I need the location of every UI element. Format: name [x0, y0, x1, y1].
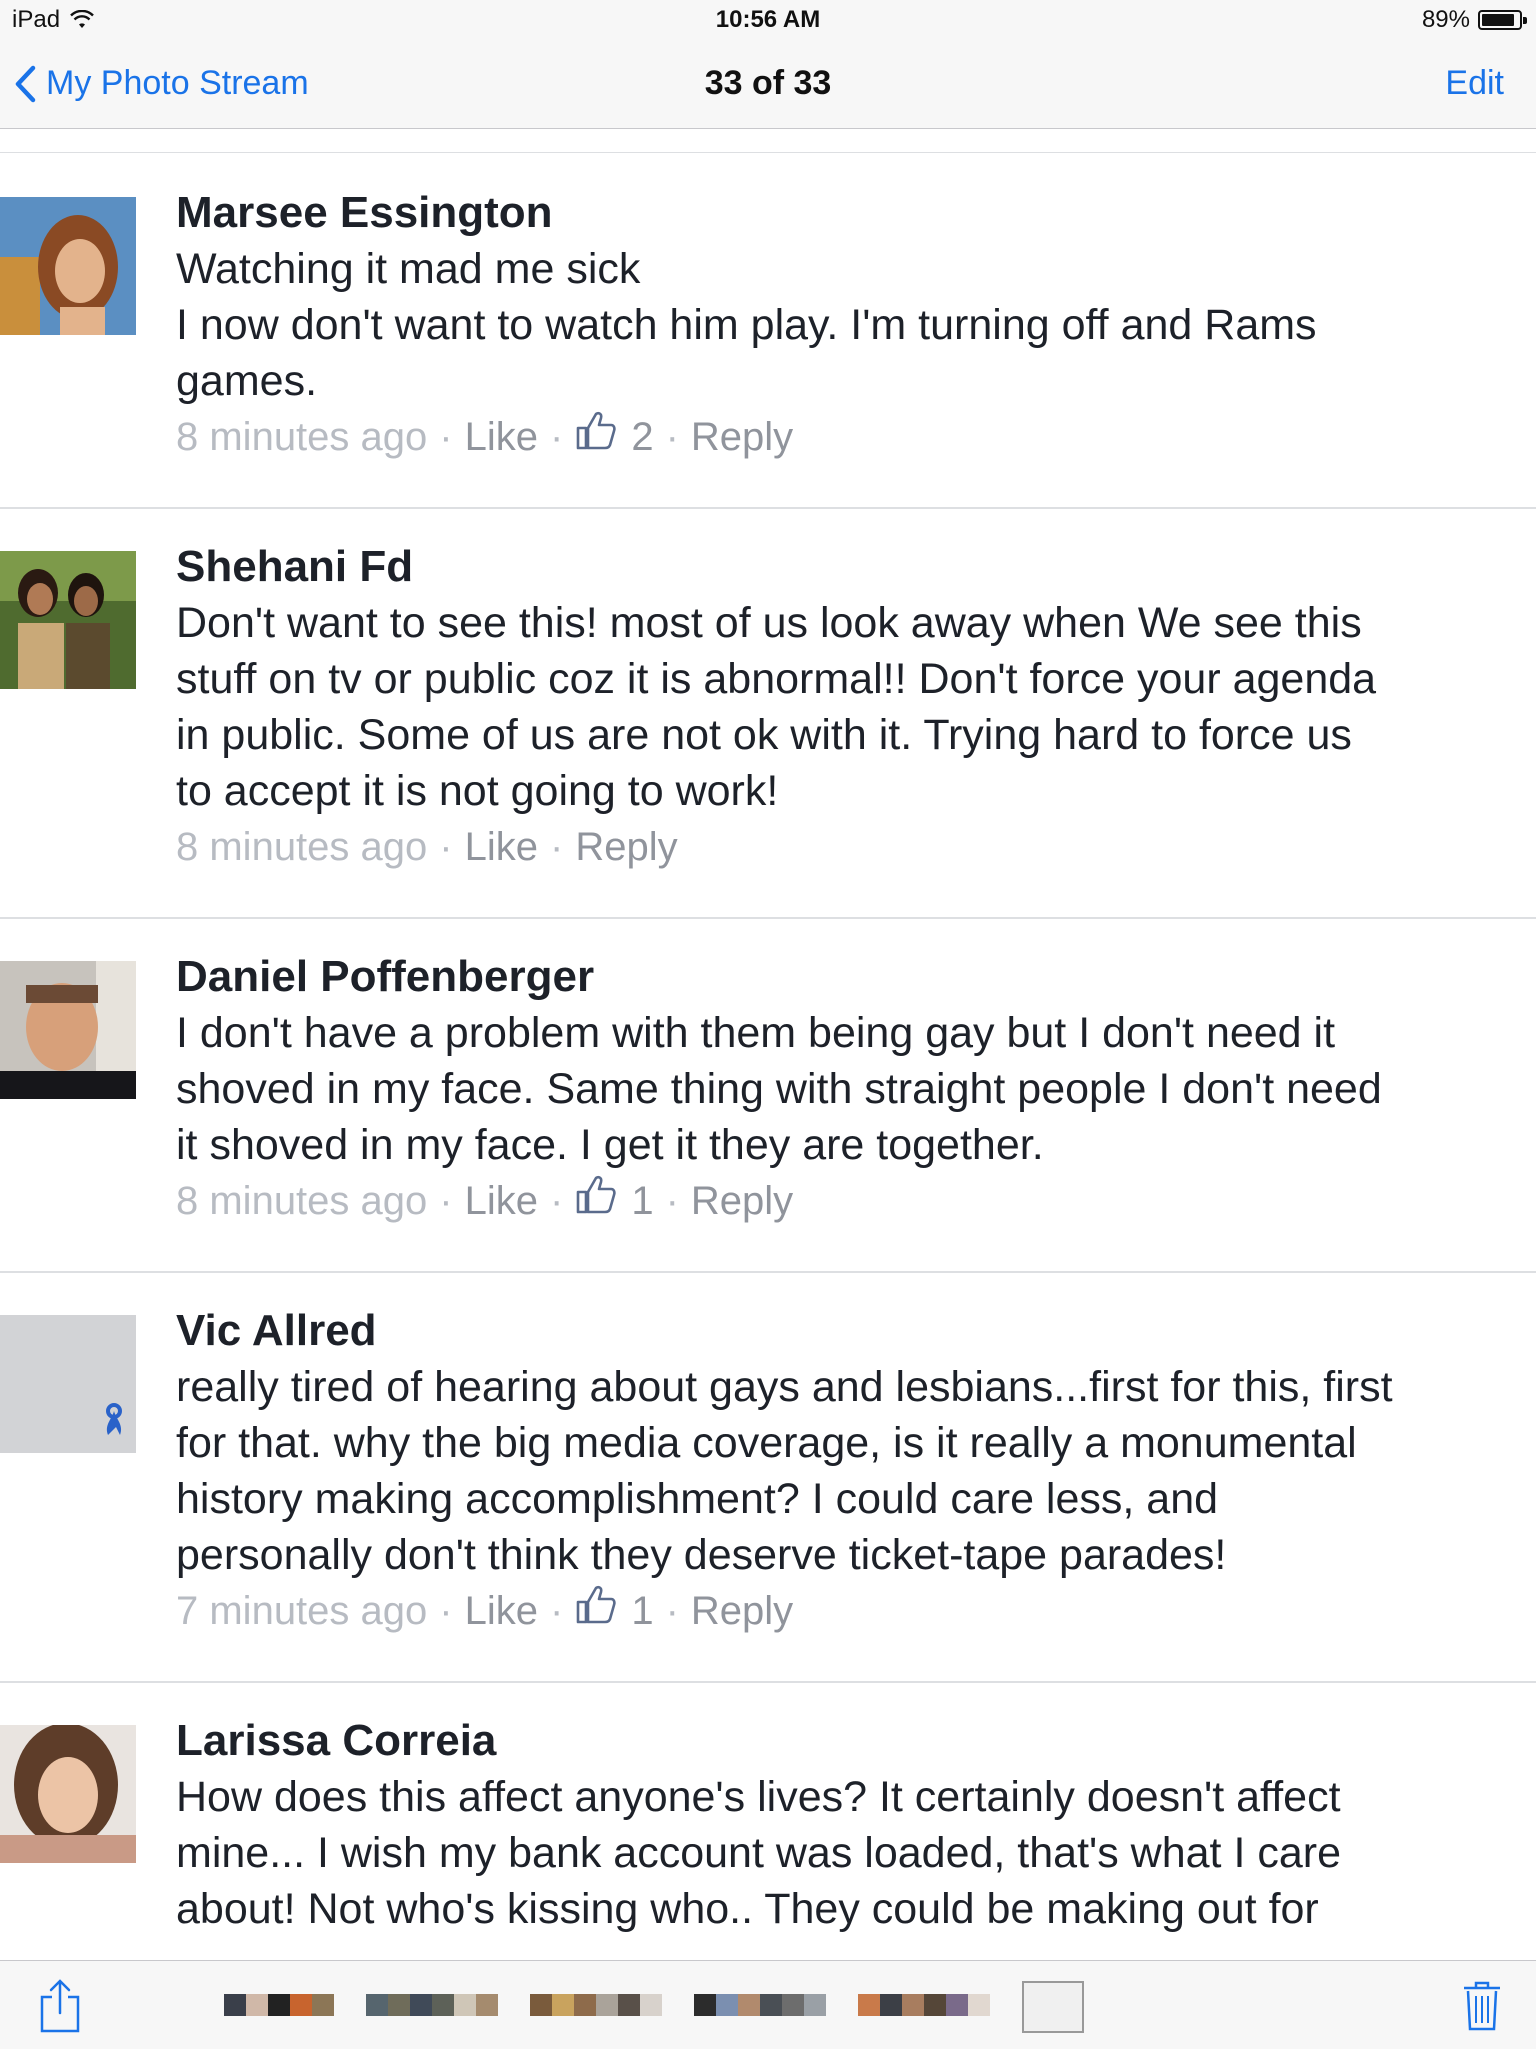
comment-text: to accept it is not going to work! — [176, 767, 779, 815]
reply-link[interactable]: Reply — [691, 1583, 793, 1639]
reply-link[interactable]: Reply — [691, 409, 793, 465]
thumbs-up-icon — [575, 409, 617, 465]
timestamp: 8 minutes ago — [176, 825, 428, 869]
divider — [0, 507, 1536, 509]
timestamp: 8 minutes ago — [176, 1179, 428, 1223]
comment-text: personally don't think they deserve tick… — [176, 1531, 1227, 1579]
commenter-name[interactable]: Larissa Correia — [176, 1713, 1536, 1769]
comment-text: games. — [176, 357, 318, 405]
comment-meta: 8 minutes ago · Like · 2 · Reply — [176, 409, 1536, 465]
comment-meta: 8 minutes ago · Like · 1 · Reply — [176, 1173, 1536, 1229]
share-button[interactable] — [38, 1979, 82, 2038]
divider — [0, 1271, 1536, 1273]
comment-text: shoved in my face. Same thing with strai… — [176, 1065, 1382, 1113]
like-link[interactable]: Like — [465, 1583, 538, 1639]
battery-icon — [1478, 10, 1527, 30]
delete-button[interactable] — [1462, 1979, 1502, 2036]
comment-text: I don't have a problem with them being g… — [176, 1009, 1336, 1057]
commenter-name[interactable]: Shehani Fd — [176, 539, 1536, 595]
commenter-name[interactable]: Daniel Poffenberger — [176, 949, 1536, 1005]
comment-meta: 8 minutes ago · Like · Reply — [176, 819, 1536, 875]
avatar[interactable] — [0, 551, 136, 689]
comment-text: Watching it mad me sick — [176, 245, 641, 293]
reply-link[interactable]: Reply — [575, 819, 677, 875]
like-count: 2 — [631, 415, 654, 459]
comment-text: about! Not who's kissing who.. They coul… — [176, 1885, 1319, 1933]
like-count: 1 — [631, 1179, 654, 1223]
status-time: 10:56 AM — [715, 6, 821, 33]
commenter-name[interactable]: Marsee Essington — [176, 185, 1536, 241]
like-link[interactable]: Like — [465, 409, 538, 465]
share-icon — [40, 1979, 80, 2033]
divider — [0, 1681, 1536, 1683]
comment-text: for that. why the big media coverage, is… — [176, 1419, 1357, 1467]
like-link[interactable]: Like — [465, 1173, 538, 1229]
timestamp: 8 minutes ago — [176, 415, 428, 459]
commenter-name[interactable]: Vic Allred — [176, 1303, 1536, 1359]
thumbs-up-icon — [575, 1583, 617, 1639]
thumbnail-strip[interactable] — [224, 1981, 1084, 2033]
navigation-bar: My Photo Stream 33 of 33 Edit — [0, 40, 1536, 129]
divider — [0, 917, 1536, 919]
photo-toolbar — [0, 1960, 1536, 2049]
edit-button[interactable]: Edit — [1445, 64, 1504, 103]
comment-text: stuff on tv or public coz it is abnormal… — [176, 655, 1377, 703]
comment-text: Don't want to see this! most of us look … — [176, 599, 1362, 647]
thumbs-up-icon — [575, 1173, 617, 1229]
avatar[interactable] — [0, 197, 136, 335]
photo-content: Marsee Essington Watching it mad me sick… — [0, 152, 1536, 1961]
selected-thumbnail[interactable] — [1022, 1981, 1084, 2033]
reply-link[interactable]: Reply — [691, 1173, 793, 1229]
timestamp: 7 minutes ago — [176, 1589, 428, 1633]
battery-percent: 89% — [1421, 6, 1470, 33]
comment-text: it shoved in my face. I get it they are … — [176, 1121, 1044, 1169]
comment-text: How does this affect anyone's lives? It … — [176, 1773, 1341, 1821]
comment-text: history making accomplishment? I could c… — [176, 1475, 1219, 1523]
like-link[interactable]: Like — [465, 819, 538, 875]
status-bar: iPad 10:56 AM 89% — [0, 0, 1536, 40]
avatar[interactable] — [0, 1725, 136, 1863]
comment-text: in public. Some of us are not ok with it… — [176, 711, 1352, 759]
comment-meta: 7 minutes ago · Like · 1 · Reply — [176, 1583, 1536, 1639]
like-count: 1 — [631, 1589, 654, 1633]
avatar[interactable] — [0, 1315, 136, 1453]
comment-text: mine... I wish my bank account was loade… — [176, 1829, 1341, 1877]
avatar[interactable] — [0, 961, 136, 1099]
page-title: 33 of 33 — [704, 64, 832, 102]
comment-text: really tired of hearing about gays and l… — [176, 1363, 1393, 1411]
comment-text: I now don't want to watch him play. I'm … — [176, 301, 1317, 349]
trash-icon — [1464, 1981, 1500, 2031]
